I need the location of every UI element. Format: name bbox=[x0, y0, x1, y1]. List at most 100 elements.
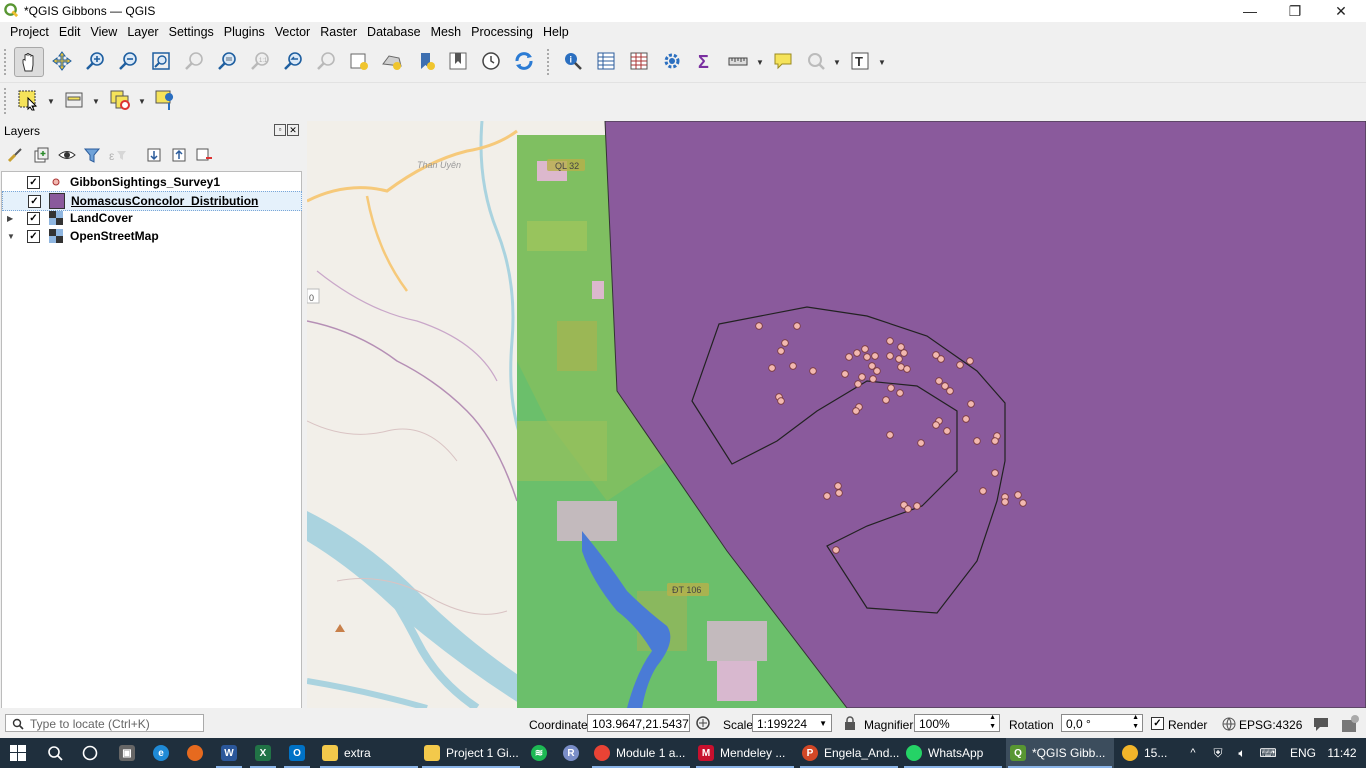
sighting-point[interactable] bbox=[832, 546, 840, 554]
taskbar-app-whatsapp[interactable]: WhatsApp bbox=[902, 738, 1004, 768]
sighting-point[interactable] bbox=[973, 437, 981, 445]
new-3d-view-button[interactable] bbox=[378, 47, 406, 75]
sighting-point[interactable] bbox=[900, 349, 908, 357]
menu-raster[interactable]: Raster bbox=[316, 25, 363, 39]
chevron-up-icon[interactable]: ^ bbox=[1186, 738, 1200, 768]
sighting-point[interactable] bbox=[858, 373, 866, 381]
sighting-point[interactable] bbox=[868, 362, 876, 370]
taskbar-app-engela[interactable]: P Engela_And... bbox=[798, 738, 900, 768]
sighting-point[interactable] bbox=[979, 487, 987, 495]
menu-vector[interactable]: Vector bbox=[271, 25, 316, 39]
filter-expression-button[interactable]: ε bbox=[108, 146, 128, 164]
sighting-point[interactable] bbox=[793, 322, 801, 330]
sighting-point[interactable] bbox=[823, 492, 831, 500]
sighting-point[interactable] bbox=[956, 361, 964, 369]
layer-row-landcover[interactable]: ▶ ✓ LandCover bbox=[2, 209, 300, 227]
sighting-point[interactable] bbox=[991, 437, 999, 445]
select-by-value-button[interactable] bbox=[60, 86, 88, 114]
sighting-point[interactable] bbox=[937, 355, 945, 363]
sighting-point[interactable] bbox=[835, 489, 843, 497]
zoom-in-button[interactable] bbox=[81, 47, 109, 75]
show-bookmarks-button[interactable] bbox=[444, 47, 472, 75]
store-taskbar-icon[interactable]: ▣ bbox=[112, 738, 142, 768]
clock[interactable]: 11:42 bbox=[1322, 738, 1362, 768]
float-panel-button[interactable]: ▫ bbox=[274, 124, 286, 136]
sighting-point[interactable] bbox=[966, 357, 974, 365]
messages-icon[interactable] bbox=[1312, 716, 1330, 732]
sighting-point[interactable] bbox=[967, 400, 975, 408]
zoom-out-button[interactable] bbox=[114, 47, 142, 75]
sighting-point[interactable] bbox=[809, 367, 817, 375]
search-button[interactable] bbox=[40, 738, 70, 768]
measure-line-button[interactable] bbox=[724, 47, 752, 75]
temporal-controller-button[interactable] bbox=[477, 47, 505, 75]
weather-widget[interactable]: 15... bbox=[1120, 738, 1182, 768]
sighting-point[interactable] bbox=[768, 364, 776, 372]
sighting-point[interactable] bbox=[777, 347, 785, 355]
close-panel-icon[interactable]: ✕ bbox=[287, 124, 299, 136]
menu-processing[interactable]: Processing bbox=[467, 25, 539, 39]
sighting-point[interactable] bbox=[886, 431, 894, 439]
chevron-down-icon[interactable]: ▼ bbox=[756, 58, 764, 67]
new-map-view-button[interactable] bbox=[345, 47, 373, 75]
keyboard-icon[interactable]: ⌨ bbox=[1256, 738, 1280, 768]
sighting-point[interactable] bbox=[897, 343, 905, 351]
sighting-point[interactable] bbox=[946, 387, 954, 395]
outlook-taskbar-icon[interactable]: O bbox=[282, 738, 312, 768]
identify-features-button[interactable]: i bbox=[559, 47, 587, 75]
sighting-point[interactable] bbox=[869, 375, 877, 383]
sighting-point[interactable] bbox=[913, 502, 921, 510]
remove-layer-button[interactable] bbox=[195, 146, 213, 164]
processing-toolbox-button[interactable] bbox=[658, 47, 686, 75]
menu-view[interactable]: View bbox=[86, 25, 123, 39]
minimize-button[interactable]: — bbox=[1227, 0, 1273, 22]
sighting-point[interactable] bbox=[1014, 491, 1022, 499]
add-group-button[interactable] bbox=[32, 146, 50, 164]
sighting-point[interactable] bbox=[852, 407, 860, 415]
render-checkbox[interactable]: ✓ bbox=[1151, 717, 1164, 730]
zoom-next-button[interactable] bbox=[312, 47, 340, 75]
layer-visibility-checkbox[interactable]: ✓ bbox=[27, 175, 40, 189]
lock-icon[interactable] bbox=[844, 716, 856, 730]
collapse-all-button[interactable] bbox=[170, 146, 188, 164]
network-icon[interactable]: ⛨ bbox=[1208, 738, 1228, 768]
sighting-point[interactable] bbox=[904, 505, 912, 513]
start-button[interactable] bbox=[0, 738, 36, 768]
layer-row-nomascusconcolor[interactable]: ✓ NomascusConcolor_Distribution bbox=[2, 191, 302, 211]
new-spatial-bookmark-button[interactable] bbox=[412, 47, 440, 75]
layer-visibility-checkbox[interactable]: ✓ bbox=[28, 194, 41, 208]
sighting-point[interactable] bbox=[935, 377, 943, 385]
sighting-point[interactable] bbox=[873, 367, 881, 375]
deselect-features-button[interactable] bbox=[106, 86, 134, 114]
pan-tool-button[interactable] bbox=[14, 47, 44, 77]
sighting-point[interactable] bbox=[896, 389, 904, 397]
sighting-point[interactable] bbox=[841, 370, 849, 378]
sighting-point[interactable] bbox=[882, 396, 890, 404]
sighting-point[interactable] bbox=[1019, 499, 1027, 507]
firefox-taskbar-icon[interactable] bbox=[180, 738, 210, 768]
sighting-point[interactable] bbox=[887, 384, 895, 392]
close-button[interactable]: ✕ bbox=[1318, 0, 1364, 22]
expand-all-button[interactable] bbox=[145, 146, 163, 164]
r-taskbar-icon[interactable]: R bbox=[558, 738, 584, 768]
chevron-down-icon[interactable]: ▼ bbox=[47, 97, 55, 106]
sighting-point[interactable] bbox=[886, 352, 894, 360]
excel-taskbar-icon[interactable]: X bbox=[248, 738, 278, 768]
menu-edit[interactable]: Edit bbox=[55, 25, 87, 39]
refresh-button[interactable] bbox=[510, 47, 538, 75]
menu-settings[interactable]: Settings bbox=[165, 25, 220, 39]
taskbar-app-qgis[interactable]: Q *QGIS Gibb... bbox=[1006, 738, 1114, 768]
expand-arrow-icon[interactable]: ▶ bbox=[7, 214, 17, 223]
select-by-location-button[interactable] bbox=[802, 47, 830, 75]
menu-help[interactable]: Help bbox=[539, 25, 575, 39]
edge-taskbar-icon[interactable]: e bbox=[146, 738, 176, 768]
menu-project[interactable]: Project bbox=[6, 25, 55, 39]
pan-to-selection-button[interactable] bbox=[48, 47, 76, 75]
toolbar-grip[interactable] bbox=[547, 49, 553, 75]
sighting-point[interactable] bbox=[962, 415, 970, 423]
spotify-taskbar-icon[interactable]: ≋ bbox=[526, 738, 552, 768]
sighting-point[interactable] bbox=[834, 482, 842, 490]
sighting-point[interactable] bbox=[895, 355, 903, 363]
rotation-spinbox[interactable]: 0,0 ° ▲ ▼ bbox=[1061, 714, 1143, 732]
taskbar-app-project[interactable]: Project 1 Gi... bbox=[420, 738, 522, 768]
